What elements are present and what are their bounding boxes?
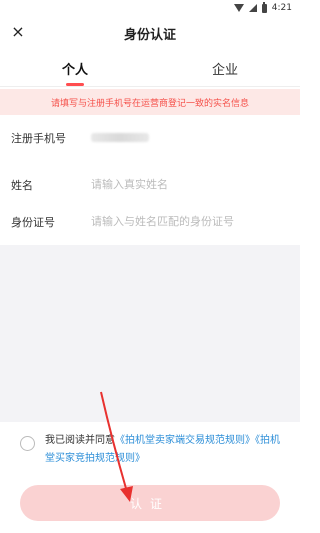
id-row: 身份证号 xyxy=(0,199,300,244)
id-label: 身份证号 xyxy=(11,215,55,229)
agreement-text: 我已阅读并同意《拍机堂卖家端交易规范规则》《拍机堂买家竞拍规范规则》 xyxy=(45,432,280,468)
wifi-icon xyxy=(233,4,244,12)
id-number-input[interactable] xyxy=(91,215,281,228)
name-input[interactable] xyxy=(91,178,281,191)
agreement-row: 我已阅读并同意《拍机堂卖家端交易规范规则》《拍机堂买家竞拍规范规则》 xyxy=(0,432,300,474)
phone-value-blurred xyxy=(91,133,149,142)
tab-enterprise-label: 企业 xyxy=(211,62,238,78)
page-title: 身份认证 xyxy=(123,27,176,43)
tab-bar: 个人 企业 xyxy=(0,50,300,87)
content-background xyxy=(0,245,300,422)
phone-row: 注册手机号 xyxy=(0,115,300,160)
tab-active-indicator xyxy=(66,83,84,86)
submit-button[interactable]: 认证 xyxy=(20,485,280,521)
phone-label: 注册手机号 xyxy=(11,131,66,145)
tab-enterprise[interactable]: 企业 xyxy=(150,50,300,86)
name-label: 姓名 xyxy=(11,178,33,192)
header: × 身份认证 xyxy=(0,16,300,50)
tab-personal[interactable]: 个人 xyxy=(0,50,150,86)
status-bar: 4:21 xyxy=(0,0,300,16)
status-time: 4:21 xyxy=(271,3,292,13)
notice-banner: 请填写与注册手机号在运营商登记一致的实名信息 xyxy=(0,89,300,115)
signal-icon xyxy=(248,4,257,12)
battery-icon xyxy=(261,2,267,13)
agree-checkbox[interactable] xyxy=(20,436,35,451)
close-icon[interactable]: × xyxy=(9,23,27,41)
agreement-prefix: 我已阅读并同意 xyxy=(45,435,115,446)
seller-rules-link[interactable]: 《拍机堂卖家端交易规范规则》 xyxy=(115,435,255,446)
tab-personal-label: 个人 xyxy=(61,62,88,78)
